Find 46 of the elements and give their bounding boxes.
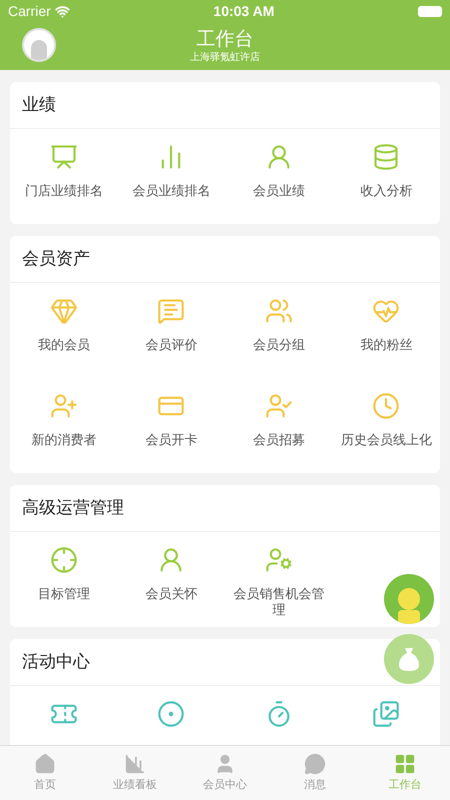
menu-item[interactable]: 门店业绩排名 — [10, 129, 118, 224]
menu-item[interactable]: 会员销售机会管理 — [225, 532, 332, 627]
menu-item[interactable]: 会员业绩 — [225, 129, 332, 224]
grid-icon — [394, 752, 416, 775]
clock-text: 10:03 AM — [213, 2, 274, 20]
menu-item[interactable]: 会员关怀 — [118, 532, 225, 627]
home-icon — [34, 752, 56, 775]
item-label: 会员关怀 — [144, 586, 198, 602]
item-label: 会员销售机会管理 — [232, 586, 325, 618]
section-title: 高级运营管理 — [22, 497, 124, 520]
menu-item[interactable]: 我的会员 — [10, 283, 118, 378]
page-title: 工作台 — [196, 28, 254, 52]
menu-item[interactable]: 目标管理 — [10, 532, 118, 627]
battery-icon — [418, 6, 442, 16]
menu-item[interactable]: 会员评价 — [118, 283, 225, 378]
menu-item[interactable]: 会员开卡 — [118, 378, 225, 473]
store-name: 上海驿氪虹许店 — [190, 52, 260, 64]
money-bag-icon — [397, 646, 421, 672]
section-title: 会员资产 — [22, 248, 90, 270]
item-label: 会员业绩排名 — [131, 183, 212, 199]
menu-item[interactable]: 新的消费者 — [10, 378, 118, 473]
section-title: 活动中心 — [22, 651, 90, 674]
menu-item[interactable]: 会员招募 — [225, 378, 332, 473]
menu-item[interactable]: 我的粉丝 — [332, 283, 440, 378]
item-label: 会员分组 — [252, 337, 306, 353]
message-icon — [304, 752, 326, 775]
item-label: 历史会员线上化 — [340, 432, 432, 448]
wifi-icon — [54, 4, 70, 18]
carrier-text: Carrier — [8, 2, 51, 20]
item-label: 我的会员 — [36, 337, 91, 353]
chart-icon — [124, 752, 146, 775]
menu-item[interactable]: 会员业绩排名 — [118, 129, 225, 224]
item-label: 会员业绩 — [252, 183, 306, 199]
avatar[interactable] — [22, 28, 56, 62]
item-label: 收入分析 — [359, 183, 414, 199]
item-label: 新的消费者 — [30, 432, 98, 448]
item-label: 会员评价 — [144, 337, 198, 353]
item-label: 我的粉丝 — [359, 337, 414, 353]
item-label: 会员招募 — [252, 432, 306, 448]
item-label: 目标管理 — [36, 586, 91, 602]
item-label: 门店业绩排名 — [24, 183, 104, 199]
menu-item[interactable]: 历史会员线上化 — [332, 378, 440, 473]
item-label: 会员开卡 — [144, 432, 198, 448]
menu-item[interactable]: 会员分组 — [225, 283, 332, 378]
section-title: 业绩 — [22, 94, 56, 116]
menu-item[interactable]: 收入分析 — [332, 129, 440, 224]
